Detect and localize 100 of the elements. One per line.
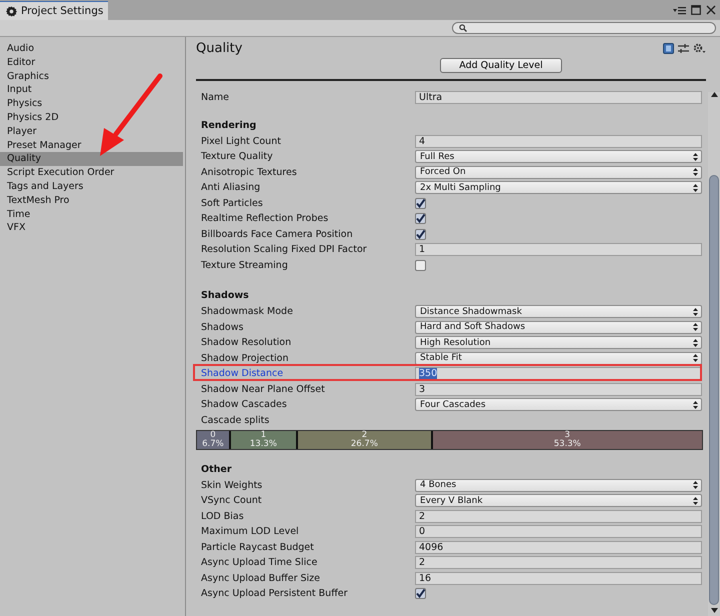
section-header: Shadows: [200, 289, 250, 303]
dropdown[interactable]: 2x Multi Sampling: [415, 181, 702, 194]
dropdown[interactable]: 4 Bones: [415, 478, 702, 492]
checkbox[interactable]: [415, 213, 426, 224]
text-field[interactable]: 4096: [415, 540, 702, 554]
updown-caret-icon: [693, 481, 698, 490]
field-label: Particle Raycast Budget: [201, 542, 315, 553]
text-field[interactable]: 2: [415, 556, 702, 570]
sidebar-item[interactable]: Preset Manager: [0, 138, 185, 152]
sidebar-item[interactable]: Physics: [0, 97, 185, 111]
sidebar-item[interactable]: Graphics: [0, 70, 185, 84]
text-field[interactable]: 4: [415, 134, 702, 148]
field-label: Async Upload Persistent Buffer: [201, 588, 348, 600]
updown-caret-icon: [693, 400, 698, 409]
updown-caret-icon: [693, 496, 698, 505]
updown-caret-icon: [693, 323, 698, 332]
field-label: Texture Streaming: [201, 260, 289, 271]
scrollbar-thumb[interactable]: [709, 175, 719, 605]
cascade-segment[interactable]: 3 53.3%: [432, 431, 702, 449]
field-label: Skin Weights: [201, 480, 264, 491]
sidebar-item[interactable]: Physics 2D: [0, 110, 185, 125]
scrollbar[interactable]: [708, 92, 720, 616]
text-field[interactable]: Ultra: [415, 91, 702, 104]
text-field[interactable]: 350: [415, 367, 702, 380]
search-icon: [459, 24, 467, 32]
close-icon[interactable]: [706, 5, 716, 15]
dropdown[interactable]: Every V Blank: [415, 494, 702, 508]
sidebar-item[interactable]: TextMesh Pro: [0, 194, 185, 208]
text-field[interactable]: 1: [415, 243, 702, 256]
field-label: Shadow Near Plane Offset: [201, 384, 326, 395]
sidebar-item[interactable]: Audio: [0, 42, 185, 56]
maximize-icon[interactable]: [691, 5, 701, 15]
text-field[interactable]: 3: [415, 382, 702, 396]
field-label: Pixel Light Count: [201, 136, 282, 147]
sidebar-item[interactable]: Editor: [0, 56, 185, 70]
search-field[interactable]: [452, 22, 716, 34]
text-field[interactable]: 2: [415, 510, 702, 523]
section-header: Other: [200, 462, 233, 476]
text-field[interactable]: 0: [415, 525, 702, 538]
checkbox[interactable]: [415, 198, 426, 209]
dropdown[interactable]: High Resolution: [415, 336, 702, 350]
checkbox[interactable]: [415, 588, 426, 600]
field-label: Anisotropic Textures: [201, 166, 298, 178]
dropdown[interactable]: Full Res: [415, 150, 702, 164]
field-label: Name: [201, 92, 230, 104]
field-label: Shadow Resolution: [201, 337, 292, 348]
settings-icon[interactable]: [693, 42, 706, 54]
checkbox[interactable]: [415, 260, 426, 271]
cascade-segment[interactable]: 2 26.7%: [298, 431, 433, 449]
updown-caret-icon: [693, 308, 698, 316]
updown-caret-icon: [693, 168, 698, 176]
checkbox[interactable]: [415, 228, 426, 240]
field-label: Anti Aliasing: [201, 182, 262, 194]
field-label: Shadow Cascades: [201, 399, 288, 410]
field-label: Resolution Scaling Fixed DPI Factor: [201, 244, 368, 256]
sidebar-item[interactable]: VFX: [0, 221, 185, 236]
field-label: Shadowmask Mode: [201, 306, 294, 318]
cascade-segment[interactable]: 0 6.7%: [197, 431, 231, 449]
segment-index: 1: [260, 431, 266, 440]
window-tab[interactable]: Project Settings: [0, 1, 108, 20]
field-label: Maximum LOD Level: [201, 526, 300, 538]
field-label: VSync Count: [201, 495, 263, 506]
segment-index: 3: [564, 431, 570, 440]
sidebar-item[interactable]: Player: [0, 124, 185, 139]
segment-percent: 13.3%: [250, 440, 277, 449]
segment-percent: 53.3%: [554, 440, 581, 449]
section-header: Rendering: [200, 118, 258, 132]
panel-title: Quality: [196, 40, 242, 56]
field-label: Async Upload Time Slice: [201, 557, 318, 568]
segment-percent: 26.7%: [350, 440, 378, 449]
gear-icon: [6, 6, 17, 16]
dropdown[interactable]: Stable Fit: [415, 352, 702, 365]
sidebar-item[interactable]: Time: [0, 208, 185, 222]
field-label: Cascade splits: [201, 414, 270, 426]
scroll-up-icon[interactable]: [710, 92, 718, 97]
sidebar-item[interactable]: Quality: [0, 152, 183, 166]
dropdown[interactable]: Four Cascades: [415, 398, 702, 412]
field-label: Shadows: [201, 322, 244, 333]
scroll-down-icon[interactable]: [710, 608, 718, 613]
add-quality-level-button[interactable]: Add Quality Level: [440, 58, 562, 73]
updown-caret-icon: [693, 338, 698, 347]
sidebar-item[interactable]: Tags and Layers: [0, 180, 185, 194]
field-label: LOD Bias: [201, 510, 245, 522]
field-label: Shadow Distance: [201, 368, 284, 380]
segment-percent: 6.7%: [202, 440, 224, 449]
dropdown[interactable]: Forced On: [415, 166, 702, 179]
field-label: Shadow Projection: [201, 352, 290, 364]
field-label: Texture Quality: [201, 151, 274, 162]
text-field[interactable]: 16: [415, 572, 702, 585]
dropdown[interactable]: Distance Shadowmask: [415, 305, 702, 318]
menu-icon[interactable]: [673, 6, 686, 15]
field-label: Async Upload Buffer Size: [201, 572, 321, 584]
sidebar-item[interactable]: Script Execution Order: [0, 166, 185, 180]
dropdown[interactable]: Hard and Soft Shadows: [415, 320, 702, 334]
updown-caret-icon: [693, 152, 698, 161]
sliders-icon[interactable]: [678, 42, 689, 54]
field-label: Soft Particles: [201, 198, 264, 209]
cascade-segment[interactable]: 1 13.3%: [230, 431, 298, 449]
sidebar-item[interactable]: Input: [0, 83, 185, 98]
help-book-icon[interactable]: [663, 42, 674, 54]
